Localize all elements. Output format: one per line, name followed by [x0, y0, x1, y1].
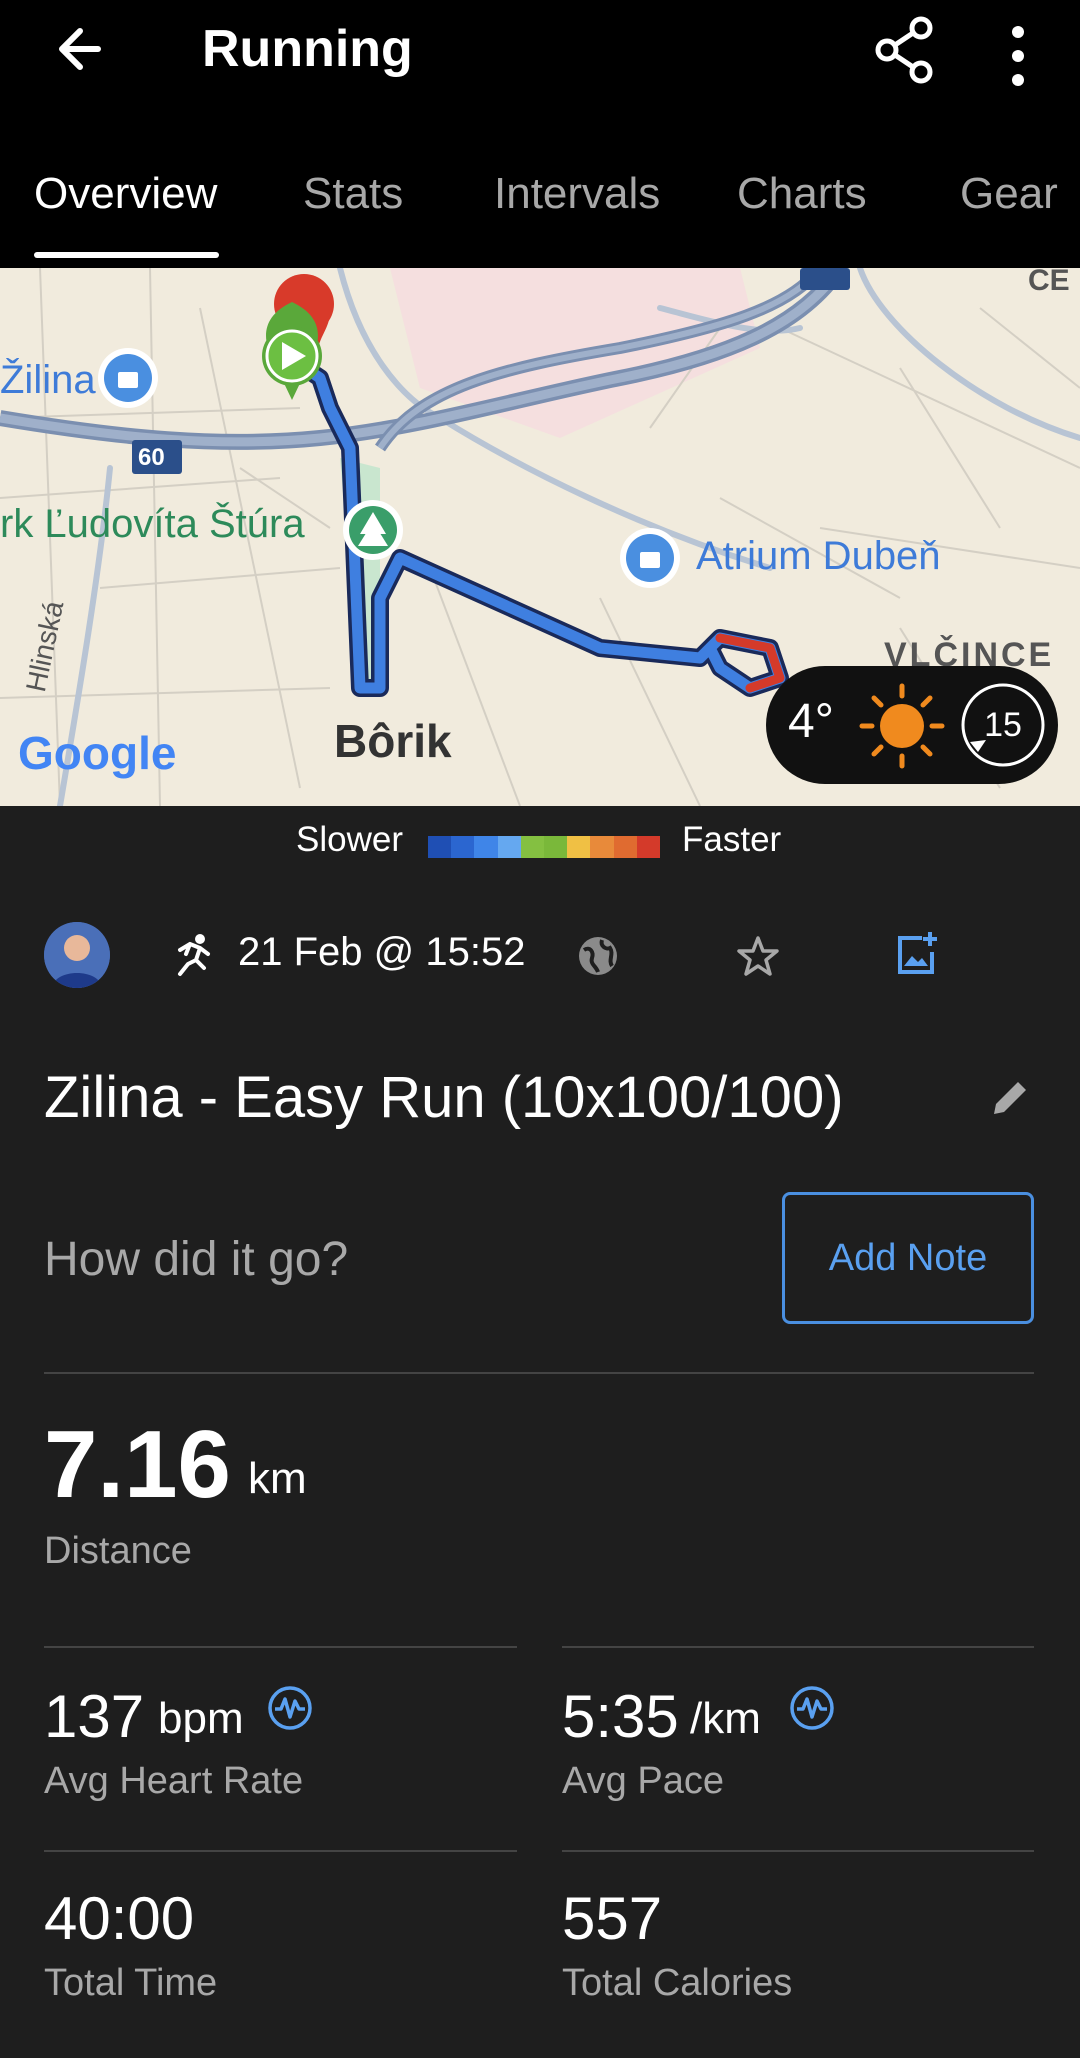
share-icon[interactable] [865, 10, 945, 90]
running-icon [178, 934, 210, 976]
temperature: 4° [788, 695, 834, 748]
divider [562, 1850, 1034, 1852]
distance-unit: km [248, 1454, 307, 1503]
globe-icon[interactable] [576, 934, 620, 978]
tab-charts[interactable]: Charts [737, 158, 867, 268]
distance-value: 7.16 [44, 1411, 231, 1518]
pace-unit: /km [690, 1694, 761, 1743]
legend-color-segment [590, 836, 614, 858]
weather-badge: 4° 15 [766, 666, 1058, 784]
heart-rate-label: Avg Heart Rate [44, 1760, 304, 1802]
divider [44, 1646, 517, 1648]
heart-rate-chart-icon[interactable] [266, 1684, 314, 1732]
note-prompt: How did it go? [44, 1233, 349, 1286]
road-number-60: 60 [138, 444, 165, 471]
wind-speed: 15 [984, 706, 1022, 744]
legend-color-segment [544, 836, 568, 858]
legend-faster: Faster [682, 820, 782, 859]
pace-legend: Slower Faster [0, 806, 1080, 880]
legend-color-segment [567, 836, 591, 858]
legend-color-segment [636, 836, 661, 858]
divider [44, 1850, 517, 1852]
heart-rate-value: 137 [44, 1683, 145, 1750]
tab-bar: Overview Stats Intervals Charts Gear [0, 158, 1080, 268]
calories-label: Total Calories [562, 1962, 793, 2004]
back-arrow-icon[interactable] [48, 14, 118, 84]
pace-label: Avg Pace [562, 1760, 724, 1802]
map-label-ce: CE [1028, 268, 1070, 297]
map-label-park: rk Ľudovíta Štúra [0, 502, 305, 546]
app-bar: Running Overview Stats Intervals Charts … [0, 0, 1080, 268]
map-label-zilina: Žilina [0, 358, 96, 402]
map-label-borik: Bôrik [334, 715, 452, 767]
divider [562, 1646, 1034, 1648]
legend-color-segment [451, 836, 475, 858]
heart-rate-unit: bpm [158, 1694, 244, 1743]
google-logo: Google [18, 727, 177, 779]
legend-color-segment [520, 836, 545, 858]
map-label-atrium: Atrium Dubeň [696, 534, 941, 578]
activity-title: Zilina - Easy Run (10x100/100) [44, 1065, 844, 1130]
legend-color-segment [428, 836, 452, 858]
add-note-button[interactable]: Add Note [782, 1192, 1034, 1324]
active-tab-indicator [34, 252, 219, 258]
pace-chart-icon[interactable] [788, 1684, 836, 1732]
pace-value: 5:35 [562, 1683, 679, 1750]
legend-slower: Slower [296, 820, 403, 859]
pace-gradient-bar [428, 836, 661, 858]
activity-date: 21 Feb @ 15:52 [238, 930, 526, 974]
total-time-value: 40:00 [44, 1885, 195, 1952]
calories-value: 557 [562, 1885, 663, 1952]
star-icon[interactable] [734, 932, 782, 980]
activity-meta-row: 21 Feb @ 15:52 [0, 912, 1080, 998]
divider [44, 1372, 1034, 1374]
legend-color-segment [497, 836, 521, 858]
tab-intervals[interactable]: Intervals [494, 158, 660, 268]
more-options-icon[interactable] [1000, 12, 1036, 92]
tab-stats[interactable]: Stats [303, 158, 403, 268]
add-photo-icon[interactable] [892, 930, 940, 978]
sun-icon [859, 683, 945, 769]
legend-color-segment [474, 836, 498, 858]
avatar[interactable] [44, 922, 110, 988]
edit-pencil-icon[interactable] [988, 1076, 1032, 1120]
total-time-label: Total Time [44, 1962, 218, 2004]
tab-gear[interactable]: Gear [960, 158, 1058, 268]
page-title: Running [202, 20, 413, 78]
route-map[interactable]: Žilina rk Ľudovíta Štúra Atrium Dubeň Bô… [0, 268, 1080, 806]
distance-label: Distance [44, 1530, 192, 1572]
legend-color-segment [613, 836, 637, 858]
